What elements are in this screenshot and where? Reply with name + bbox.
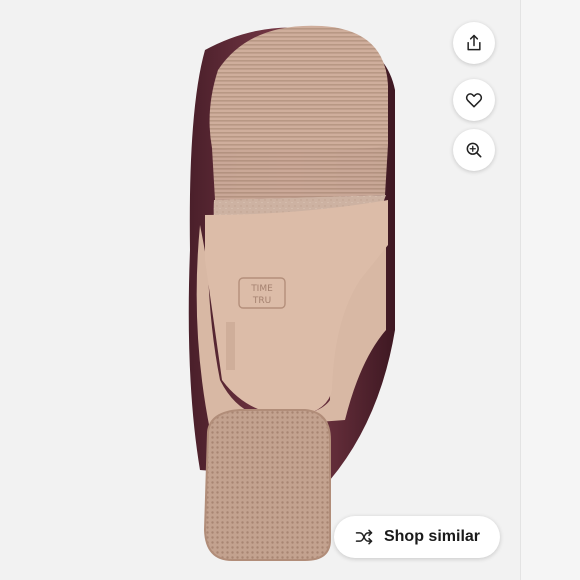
brand-stamp-line2: TRU xyxy=(252,296,271,306)
share-button[interactable] xyxy=(453,22,495,64)
product-image-viewer: TIME TRU Shop similar xyxy=(0,0,520,580)
shop-similar-label: Shop similar xyxy=(383,528,481,545)
shuffle-icon xyxy=(355,529,373,545)
brand-stamp-line1: TIME xyxy=(250,284,273,294)
zoom-button[interactable] xyxy=(453,129,495,171)
heel-tread xyxy=(205,410,330,560)
shop-similar-button[interactable]: Shop similar xyxy=(334,516,500,558)
share-icon xyxy=(467,34,481,51)
side-panel xyxy=(520,0,580,580)
like-button[interactable] xyxy=(453,79,495,121)
heart-icon xyxy=(465,93,483,108)
zoom-in-icon xyxy=(466,142,482,158)
shoe-sole-photo: TIME TRU xyxy=(188,25,395,561)
